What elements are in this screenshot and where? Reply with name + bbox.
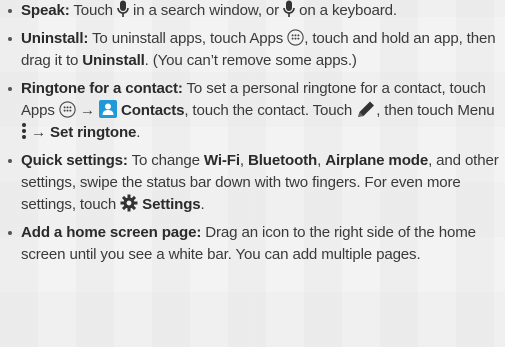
tip-bold-text: Uninstall bbox=[82, 52, 145, 69]
contacts-icon bbox=[98, 100, 117, 118]
tips-list: Speak: Touch in a search window, or on a… bbox=[6, 0, 501, 272]
tip-text: Touch bbox=[69, 2, 117, 19]
tip-text: . (You can’t remove some apps.) bbox=[144, 52, 357, 69]
tip-title: Uninstall: bbox=[21, 30, 89, 47]
tip-text: . bbox=[136, 124, 141, 141]
tip-title: Add a home screen page: bbox=[21, 224, 202, 241]
tip-quick-settings: Quick settings: To change Wi-Fi, Bluetoo… bbox=[6, 150, 501, 216]
tip-title: Quick settings: bbox=[21, 152, 128, 169]
gear-icon bbox=[120, 194, 138, 212]
tip-bold-text: Contacts bbox=[120, 102, 185, 119]
tip-home-screen-page: Add a home screen page: Drag an icon to … bbox=[6, 222, 501, 266]
tip-bold-text: Settings bbox=[142, 196, 201, 213]
tip-speak: Speak: Touch in a search window, or on a… bbox=[6, 0, 501, 22]
tip-title: Ringtone for a contact: bbox=[21, 80, 183, 97]
tip-text: in a search window, or bbox=[128, 2, 284, 19]
tip-uninstall: Uninstall: To uninstall apps, touch Apps… bbox=[6, 28, 501, 72]
arrow-separator: → bbox=[27, 124, 51, 141]
tip-text: , touch the contact. Touch bbox=[184, 102, 357, 119]
tip-ringtone: Ringtone for a contact: To set a persona… bbox=[6, 78, 501, 144]
apps-grid-icon bbox=[59, 101, 76, 118]
tip-bold-text: Wi-Fi bbox=[203, 152, 240, 169]
tip-bold-text: Bluetooth bbox=[248, 152, 318, 169]
microphone-icon bbox=[117, 0, 129, 18]
pencil-icon bbox=[356, 100, 376, 118]
arrow-separator: → bbox=[75, 102, 99, 119]
tip-bold-text: Set ringtone bbox=[50, 124, 137, 141]
tip-text: To uninstall apps, touch Apps bbox=[88, 30, 288, 47]
tip-bold-text: Airplane mode bbox=[325, 152, 429, 169]
tip-text: To change bbox=[127, 152, 204, 169]
tip-text: , then touch Menu bbox=[376, 102, 495, 119]
tip-title: Speak: bbox=[21, 2, 70, 19]
tip-text: , bbox=[239, 152, 249, 169]
tip-text: . bbox=[200, 196, 205, 213]
microphone-icon bbox=[283, 0, 295, 18]
apps-grid-icon bbox=[287, 29, 304, 46]
tip-text: , bbox=[317, 152, 326, 169]
tip-text: on a keyboard. bbox=[295, 2, 397, 19]
